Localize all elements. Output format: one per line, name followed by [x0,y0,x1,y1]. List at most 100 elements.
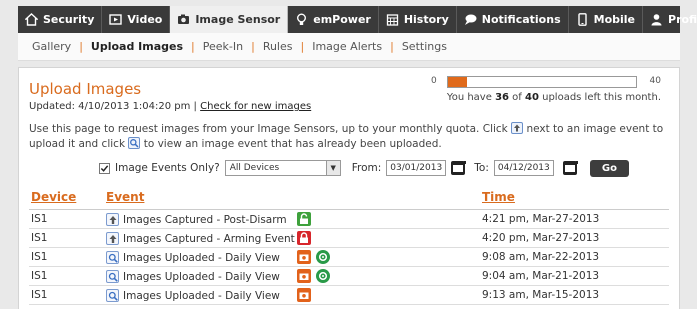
camera-orange-icon [297,250,311,264]
image-events-only-label: Image Events Only? [115,162,220,174]
event-cell: Images Uploaded - Daily View [106,270,280,283]
table-row: IS1 Images Uploaded - Daily View 9:08 am… [29,248,669,267]
divider: | [300,40,305,53]
tab-notifications[interactable]: Notifications [457,6,569,33]
tab-label: Mobile [593,13,636,26]
go-button[interactable]: Go [589,159,629,177]
time-cell: 9:04 am, Mar-21-2013 [482,270,600,282]
device-cell: IS1 [31,289,48,301]
from-label: From: [351,162,382,174]
tab-profile[interactable]: Profile [643,6,697,33]
subnav-settings[interactable]: Settings [402,40,447,53]
quota-text-of: of [512,92,522,103]
tab-image-sensor[interactable]: Image Sensor [170,6,289,33]
device-column-header[interactable]: Device [31,190,76,204]
event-text: Images Uploaded - Daily View [123,270,280,283]
event-cell: Images Captured - Post-Disarm [106,213,287,226]
lock-icon [297,231,311,245]
camera-icon [177,13,190,26]
tab-label: Security [43,13,95,26]
divider: | [191,40,195,53]
upload-icon [511,122,524,134]
time-cell: 9:13 am, Mar-15-2013 [482,289,600,301]
refresh-icon [316,250,330,264]
event-cell: Images Uploaded - Daily View [106,251,280,264]
tab-label: Profile [668,13,697,26]
from-date-input[interactable]: 03/01/2013 [386,160,447,176]
subnav-upload-images[interactable]: Upload Images [91,40,183,53]
event-icons [297,269,330,283]
upload-icon[interactable] [106,213,119,226]
calendar-icon[interactable] [562,161,578,175]
quota-progress-fill [448,77,467,87]
event-icons [297,212,311,226]
event-cell: Images Captured - Arming Event [106,232,295,245]
tab-label: Video [127,13,163,26]
event-text: Images Uploaded - Daily View [123,251,280,264]
quota-max: 40 [649,76,661,86]
device-cell: IS1 [31,213,48,225]
table-row: IS1 Images Uploaded - Daily View 9:13 am… [29,286,669,305]
tab-label: History [403,13,449,26]
tab-video[interactable]: Video [102,6,171,33]
event-icons [297,288,311,302]
time-cell: 9:08 am, Mar-22-2013 [482,251,600,263]
person-icon [650,13,663,26]
updated-line: Updated: 4/10/2013 1:04:20 pm | Check fo… [29,101,311,112]
check-new-images-link[interactable]: Check for new images [200,101,311,112]
magnifier-icon[interactable] [106,270,119,283]
device-select[interactable]: All Devices ▼ [224,160,341,176]
to-date-input[interactable]: 04/12/2013 [493,160,554,176]
event-text: Images Uploaded - Daily View [123,289,280,302]
event-column-header[interactable]: Event [106,190,144,204]
tab-label: emPower [313,13,371,26]
tab-mobile[interactable]: Mobile [569,6,644,33]
quota-text-suffix: uploads left this month. [542,92,661,103]
tab-label: Notifications [481,13,561,26]
subnav-rules[interactable]: Rules [263,40,293,53]
calendar-icon[interactable] [451,161,467,175]
chevron-down-icon: ▼ [325,161,340,175]
page-title: Upload Images [29,80,142,98]
phone-icon [576,13,589,26]
subnav-image-alerts[interactable]: Image Alerts [312,40,382,53]
upload-images-panel: Upload Images Updated: 4/10/2013 1:04:20… [18,67,680,309]
lightbulb-icon [295,13,308,26]
instructions-part1: Use this page to request images from you… [29,123,508,135]
device-select-value: All Devices [229,163,280,173]
device-cell: IS1 [31,232,48,244]
time-column-header[interactable]: Time [482,190,515,204]
events-table: Device Event Time IS1 Images Captured - … [29,188,669,305]
table-row: IS1 Images Captured - Post-Disarm 4:21 p… [29,210,669,229]
magnifier-icon[interactable] [106,289,119,302]
main-nav: Security Video Image Sensor emPower Hist… [18,6,697,33]
quota-text: You have 36 of 40 uploads left this mont… [447,92,661,103]
instructions: Use this page to request images from you… [29,122,669,152]
time-cell: 4:21 pm, Mar-27-2013 [482,213,600,225]
magnifier-icon[interactable] [106,251,119,264]
camera-orange-icon [297,288,311,302]
tab-history[interactable]: History [379,6,457,33]
quota-min: 0 [431,76,437,86]
event-text: Images Captured - Arming Event [123,232,295,245]
subnav-gallery[interactable]: Gallery [32,40,71,53]
image-events-only-checkbox[interactable] [99,162,110,174]
updated-text: Updated: 4/10/2013 1:04:20 pm | [29,101,197,112]
event-icons [297,231,311,245]
device-cell: IS1 [31,251,48,263]
tab-security[interactable]: Security [18,6,103,33]
table-row: IS1 Images Captured - Arming Event 4:20 … [29,229,669,248]
upload-icon[interactable] [106,232,119,245]
divider: | [251,40,255,53]
quota-remaining: 36 [495,92,509,103]
refresh-icon [316,269,330,283]
tab-empower[interactable]: emPower [288,6,379,33]
subnav-peek-in[interactable]: Peek-In [203,40,243,53]
device-cell: IS1 [31,270,48,282]
chat-bubble-icon [464,13,477,26]
quota-total: 40 [525,92,539,103]
quota-progress-bar [447,76,637,88]
camera-orange-icon [297,269,311,283]
quota-text-prefix: You have [446,92,492,103]
video-icon [109,13,123,26]
